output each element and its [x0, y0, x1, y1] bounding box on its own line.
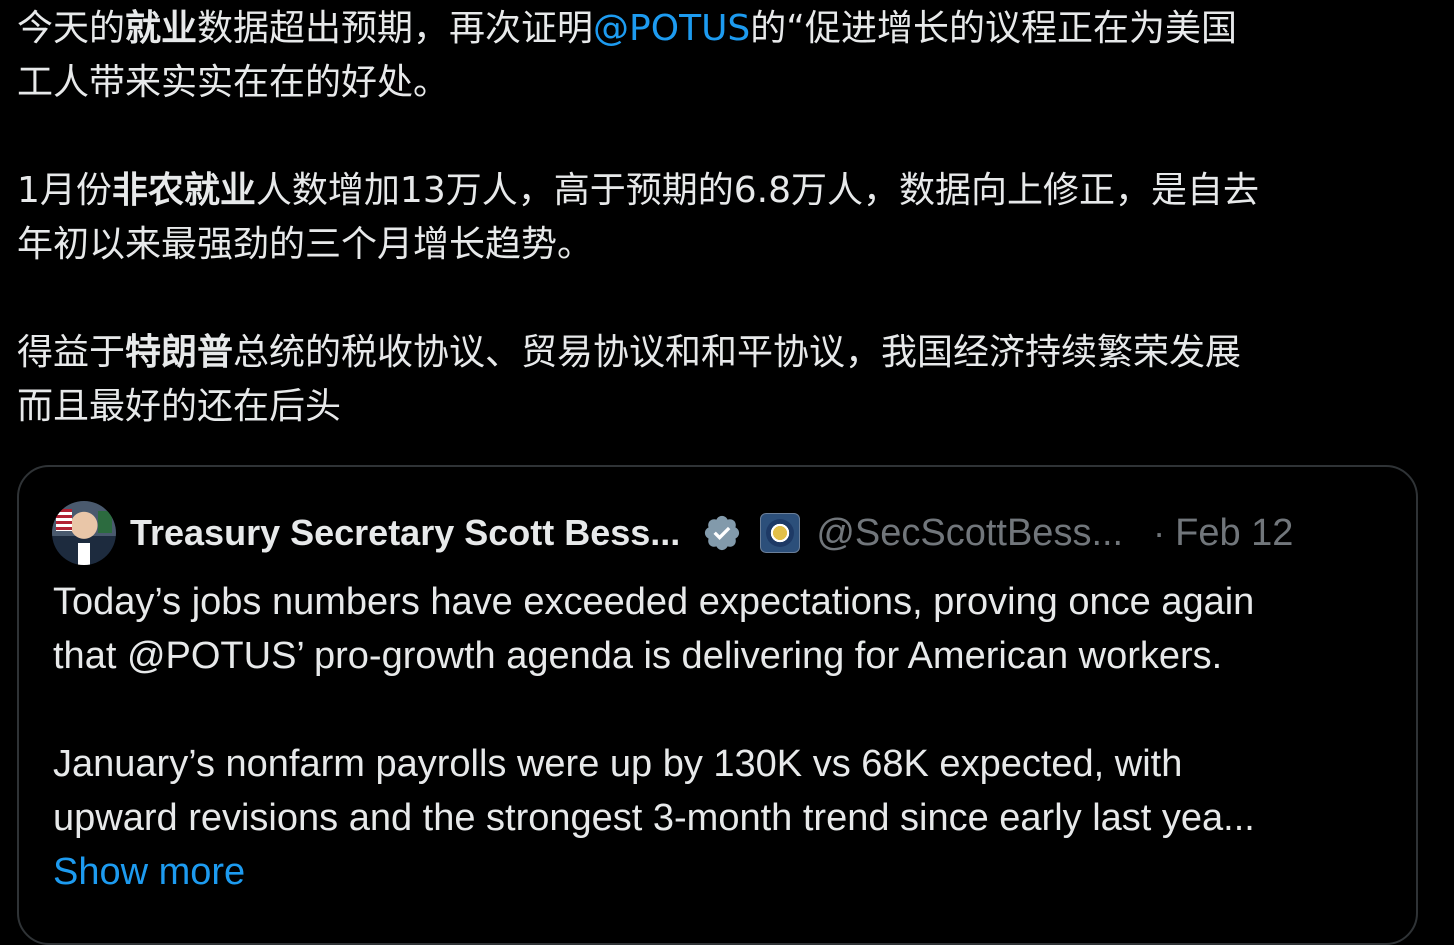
quoted-tweet-card[interactable]: Treasury Secretary Scott Bess... @SecSco…: [17, 465, 1418, 945]
quote-paragraph: Today’s jobs numbers have exceeded expec…: [53, 575, 1393, 683]
bold-text-run: 非农就业: [111, 170, 256, 211]
tweet-line: 年初以来最强劲的三个月增长趋势。: [17, 218, 1417, 272]
quote-line: upward revisions and the strongest 3-mon…: [53, 797, 1255, 839]
seal-graphic: [766, 519, 795, 547]
text-run: 年初以来最强劲的三个月增长趋势。: [17, 224, 594, 265]
potus-mention-link[interactable]: @POTUS: [593, 8, 750, 49]
quote-line: that @POTUS’ pro-growth agenda is delive…: [53, 635, 1223, 677]
text-run: 人数增加13万人，高于预期的6.8万人，数据向上修正，是自去: [255, 170, 1259, 211]
quoted-tweet-body: Today’s jobs numbers have exceeded expec…: [53, 575, 1393, 899]
tweet-line: 1月份非农就业人数增加13万人，高于预期的6.8万人，数据向上修正，是自去: [17, 164, 1417, 218]
quoted-tweet-header: Treasury Secretary Scott Bess... @SecSco…: [52, 500, 1382, 566]
post-timestamp[interactable]: Feb 12: [1175, 512, 1293, 555]
bold-text-run: 特朗普: [125, 332, 234, 373]
text-run: 今天的: [17, 8, 126, 49]
quote-paragraph: January’s nonfarm payrolls were up by 13…: [53, 737, 1393, 845]
author-name[interactable]: Treasury Secretary Scott Bess...: [130, 512, 680, 554]
tweet-line: 今天的就业数据超出预期，再次证明@POTUS的“促进增长的议程正在为美国: [17, 2, 1417, 56]
avatar-shirt-detail: [78, 543, 90, 565]
tweet-text: 今天的就业数据超出预期，再次证明@POTUS的“促进增长的议程正在为美国 工人带…: [17, 2, 1417, 434]
tweet-line: 工人带来实实在在的好处。: [17, 56, 1417, 110]
show-more-link[interactable]: Show more: [53, 845, 245, 899]
text-run: 数据超出预期，再次证明: [197, 8, 594, 49]
quote-line: January’s nonfarm payrolls were up by 13…: [53, 743, 1183, 785]
author-handle[interactable]: @SecScottBess...: [816, 512, 1123, 555]
text-run: 得益于: [17, 332, 126, 373]
text-run: 的“促进增长的议程正在为美国: [750, 8, 1237, 49]
tweet-paragraph: 今天的就业数据超出预期，再次证明@POTUS的“促进增长的议程正在为美国 工人带…: [17, 2, 1417, 110]
tweet-paragraph: 得益于特朗普总统的税收协议、贸易协议和和平协议，我国经济持续繁荣发展 而且最好的…: [17, 326, 1417, 434]
header-separator: ·: [1153, 512, 1166, 553]
verified-badge-icon: [705, 515, 740, 551]
tweet-line: 而且最好的还在后头: [17, 380, 1417, 434]
author-avatar[interactable]: [52, 501, 116, 565]
quote-line: Today’s jobs numbers have exceeded expec…: [53, 581, 1255, 623]
avatar-flag-detail: [98, 511, 112, 533]
text-run: 而且最好的还在后头: [17, 386, 342, 427]
tweet-paragraph: 1月份非农就业人数增加13万人，高于预期的6.8万人，数据向上修正，是自去 年初…: [17, 164, 1417, 272]
tweet-line: 得益于特朗普总统的税收协议、贸易协议和和平协议，我国经济持续繁荣发展: [17, 326, 1417, 380]
treasury-seal-icon: [760, 513, 801, 553]
text-run: 工人带来实实在在的好处。: [17, 62, 450, 103]
avatar-flag-detail: [56, 509, 72, 531]
bold-text-run: 就业: [125, 8, 198, 49]
text-run: 总统的税收协议、贸易协议和和平协议，我国经济持续繁荣发展: [233, 332, 1242, 373]
text-run: 1月份: [17, 170, 112, 211]
